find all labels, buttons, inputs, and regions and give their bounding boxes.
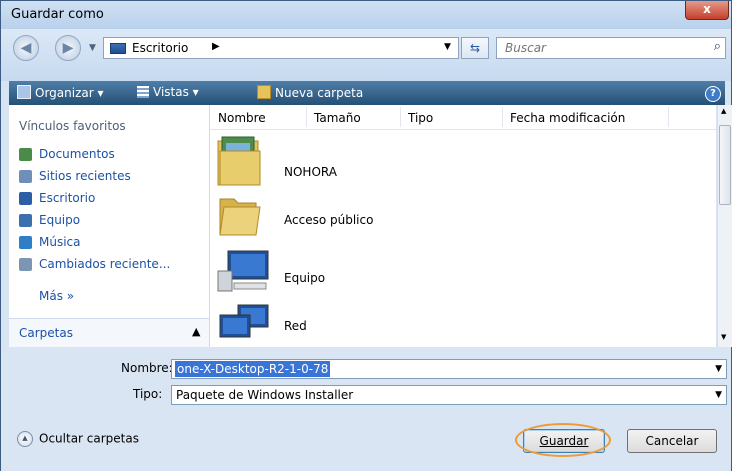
file-name: Equipo — [284, 271, 326, 285]
window-title: Guardar como — [11, 7, 104, 22]
recently-changed-icon — [19, 258, 32, 271]
music-icon — [19, 236, 32, 249]
cancel-button[interactable]: Cancelar — [627, 429, 717, 453]
organize-menu[interactable]: Organizar ▾ — [17, 85, 104, 100]
save-as-dialog: Guardar como x ◀ ▶ ▼ Escritorio ▶ ▼ ⇆ ⌕ … — [0, 0, 732, 471]
desktop-icon — [110, 43, 126, 54]
breadcrumb-chevron-icon[interactable]: ▶ — [212, 41, 220, 52]
file-name-value[interactable]: one-X-Desktop-R2-1-0-78 — [175, 361, 331, 377]
save-button-highlight — [515, 423, 611, 457]
search-box[interactable]: ⌕ — [496, 37, 726, 59]
refresh-button[interactable]: ⇆ — [461, 37, 489, 59]
search-input[interactable] — [503, 40, 703, 56]
column-header-name[interactable]: Nombre — [218, 111, 266, 125]
name-label: Nombre: — [121, 361, 173, 375]
new-folder-icon — [257, 85, 271, 99]
computer-icon — [19, 214, 32, 227]
file-name: Acceso público — [284, 213, 374, 227]
address-bar[interactable]: Escritorio ▶ ▼ — [103, 37, 459, 59]
scroll-thumb[interactable] — [719, 125, 731, 205]
help-icon[interactable]: ? — [705, 86, 721, 102]
type-label: Tipo: — [133, 387, 163, 401]
file-list: Nombre Tamaño Tipo Fecha modificación NO… — [210, 105, 716, 347]
organize-label: Organizar — [35, 86, 94, 100]
views-menu[interactable]: Vistas ▾ — [137, 85, 199, 99]
recent-places-icon — [19, 170, 32, 183]
scroll-down-icon[interactable]: ▼ — [721, 333, 726, 341]
network-icon — [219, 304, 269, 338]
command-bar: Organizar ▾ Vistas ▾ Nueva carpeta ? — [9, 81, 725, 105]
cancel-label: Cancelar — [645, 434, 699, 448]
new-folder-label: Nueva carpeta — [275, 86, 364, 100]
file-type-select[interactable]: Paquete de Windows Installer ▼ — [171, 385, 727, 405]
column-header-size[interactable]: Tamaño — [314, 111, 361, 125]
user-folder-icon — [217, 136, 261, 186]
type-dropdown-icon[interactable]: ▼ — [715, 390, 722, 400]
title-bar: Guardar como x — [1, 1, 731, 29]
favorites-title: Vínculos favoritos — [19, 119, 126, 133]
favorite-label: Música — [39, 235, 81, 249]
file-item-equipo[interactable]: Equipo — [216, 249, 516, 299]
desktop-icon — [19, 192, 32, 205]
views-label: Vistas — [153, 85, 189, 99]
file-name-field[interactable]: one-X-Desktop-R2-1-0-78 ▼ — [171, 359, 727, 379]
navigation-bar: ◀ ▶ ▼ Escritorio ▶ ▼ ⇆ ⌕ — [1, 29, 731, 81]
views-icon — [137, 86, 149, 98]
favorite-label: Equipo — [39, 213, 81, 227]
save-options-panel: Nombre: one-X-Desktop-R2-1-0-78 ▼ Tipo: … — [1, 347, 731, 471]
file-type-value: Paquete de Windows Installer — [176, 388, 354, 402]
search-icon[interactable]: ⌕ — [714, 39, 721, 54]
close-button[interactable]: x — [685, 1, 729, 20]
documents-icon — [19, 148, 32, 161]
folder-icon — [219, 198, 261, 236]
column-header-type[interactable]: Tipo — [408, 111, 433, 125]
hide-folders-button[interactable]: ▲ Ocultar carpetas — [17, 431, 139, 447]
favorite-label: Cambiados reciente... — [39, 257, 171, 271]
refresh-icon: ⇆ — [469, 41, 481, 55]
close-icon: x — [703, 2, 711, 16]
address-dropdown-icon[interactable]: ▼ — [444, 42, 451, 52]
file-name: NOHORA — [284, 165, 337, 179]
navigation-pane: Vínculos favoritos Documentos Sitios rec… — [9, 105, 210, 347]
favorite-label: Escritorio — [39, 191, 96, 205]
recent-pages-dropdown-icon[interactable]: ▼ — [89, 43, 96, 53]
vertical-scrollbar[interactable]: ▲ ▼ — [717, 105, 732, 347]
folders-label: Carpetas — [19, 326, 73, 340]
organize-icon — [17, 85, 31, 99]
chevron-up-icon: ▲ — [192, 325, 201, 338]
column-header-row: Nombre Tamaño Tipo Fecha modificación — [210, 105, 716, 130]
forward-arrow-icon[interactable]: ▶ — [55, 35, 81, 61]
file-item-red[interactable]: Red — [216, 303, 516, 353]
folders-toggle[interactable]: Carpetas ▲ — [9, 318, 209, 347]
file-name: Red — [284, 319, 307, 333]
file-item-nohora[interactable]: NOHORA — [216, 135, 516, 186]
hide-folders-label: Ocultar carpetas — [39, 431, 139, 446]
favorite-label: Sitios recientes — [39, 169, 131, 183]
back-arrow-icon[interactable]: ◀ — [13, 35, 39, 61]
column-header-date[interactable]: Fecha modificación — [510, 111, 625, 125]
scroll-up-icon[interactable]: ▲ — [721, 107, 726, 115]
new-folder-button[interactable]: Nueva carpeta — [257, 85, 363, 100]
name-dropdown-icon[interactable]: ▼ — [715, 364, 722, 374]
computer-icon — [217, 250, 269, 292]
more-link[interactable]: Más » — [39, 289, 74, 303]
favorite-label: Documentos — [39, 147, 115, 161]
file-item-acceso-publico[interactable]: Acceso público — [216, 193, 516, 243]
breadcrumb-escritorio[interactable]: Escritorio — [132, 41, 188, 55]
chevron-up-icon: ▲ — [17, 431, 33, 447]
